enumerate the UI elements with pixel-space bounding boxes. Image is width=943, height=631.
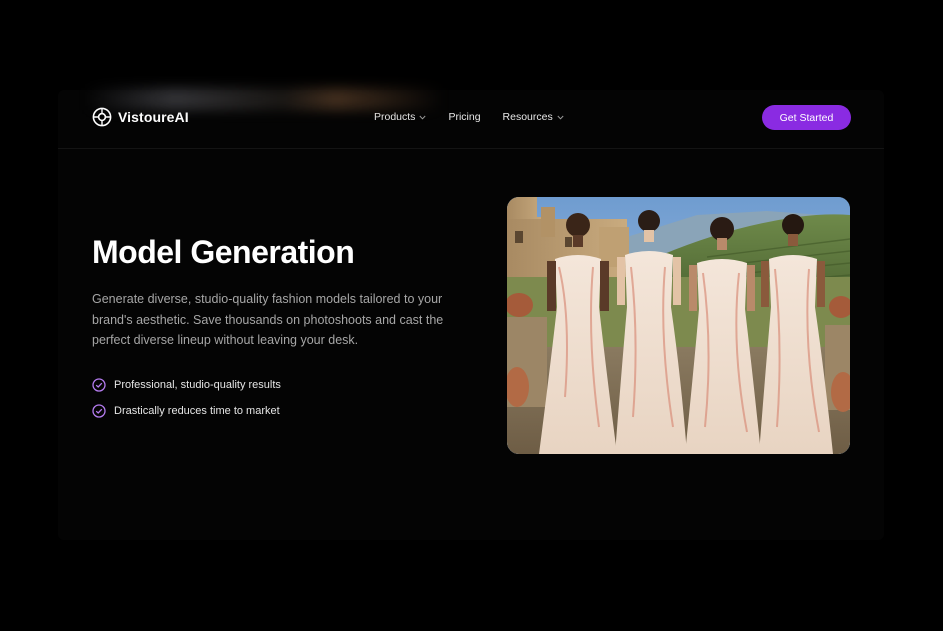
nav-item-label: Resources <box>502 111 553 123</box>
list-item: Drastically reduces time to market <box>92 398 281 424</box>
nav-item-pricing[interactable]: Pricing <box>448 111 480 123</box>
brand-name: VistoureAI <box>118 109 189 125</box>
hero-description: Generate diverse, studio-quality fashion… <box>92 292 444 347</box>
models-photo-illustration <box>507 197 850 454</box>
page-frame: VistoureAI Products Pricing Resources Ge… <box>58 90 884 540</box>
nav-item-label: Products <box>374 111 416 123</box>
chevron-down-icon <box>557 115 564 120</box>
nav-menu: Products Pricing Resources <box>374 111 586 123</box>
aperture-icon <box>92 107 112 127</box>
list-item: Professional, studio-quality results <box>92 372 281 398</box>
check-circle-icon <box>92 378 106 392</box>
nav-item-label: Pricing <box>448 111 481 123</box>
feature-list: Professional, studio-quality results Dra… <box>92 372 281 424</box>
feature-label: Drastically reduces time to market <box>114 405 280 417</box>
brand-logo[interactable]: VistoureAI <box>92 107 189 127</box>
page-title: Model Generation <box>92 234 355 270</box>
chevron-down-icon <box>419 115 426 120</box>
check-circle-icon <box>92 404 106 418</box>
header-glow <box>84 88 444 110</box>
get-started-button[interactable]: Get Started <box>762 105 851 130</box>
nav-item-products[interactable]: Products <box>374 111 426 123</box>
feature-label: Professional, studio-quality results <box>114 379 281 391</box>
hero-image <box>507 197 850 454</box>
nav-item-resources[interactable]: Resources <box>503 111 564 123</box>
